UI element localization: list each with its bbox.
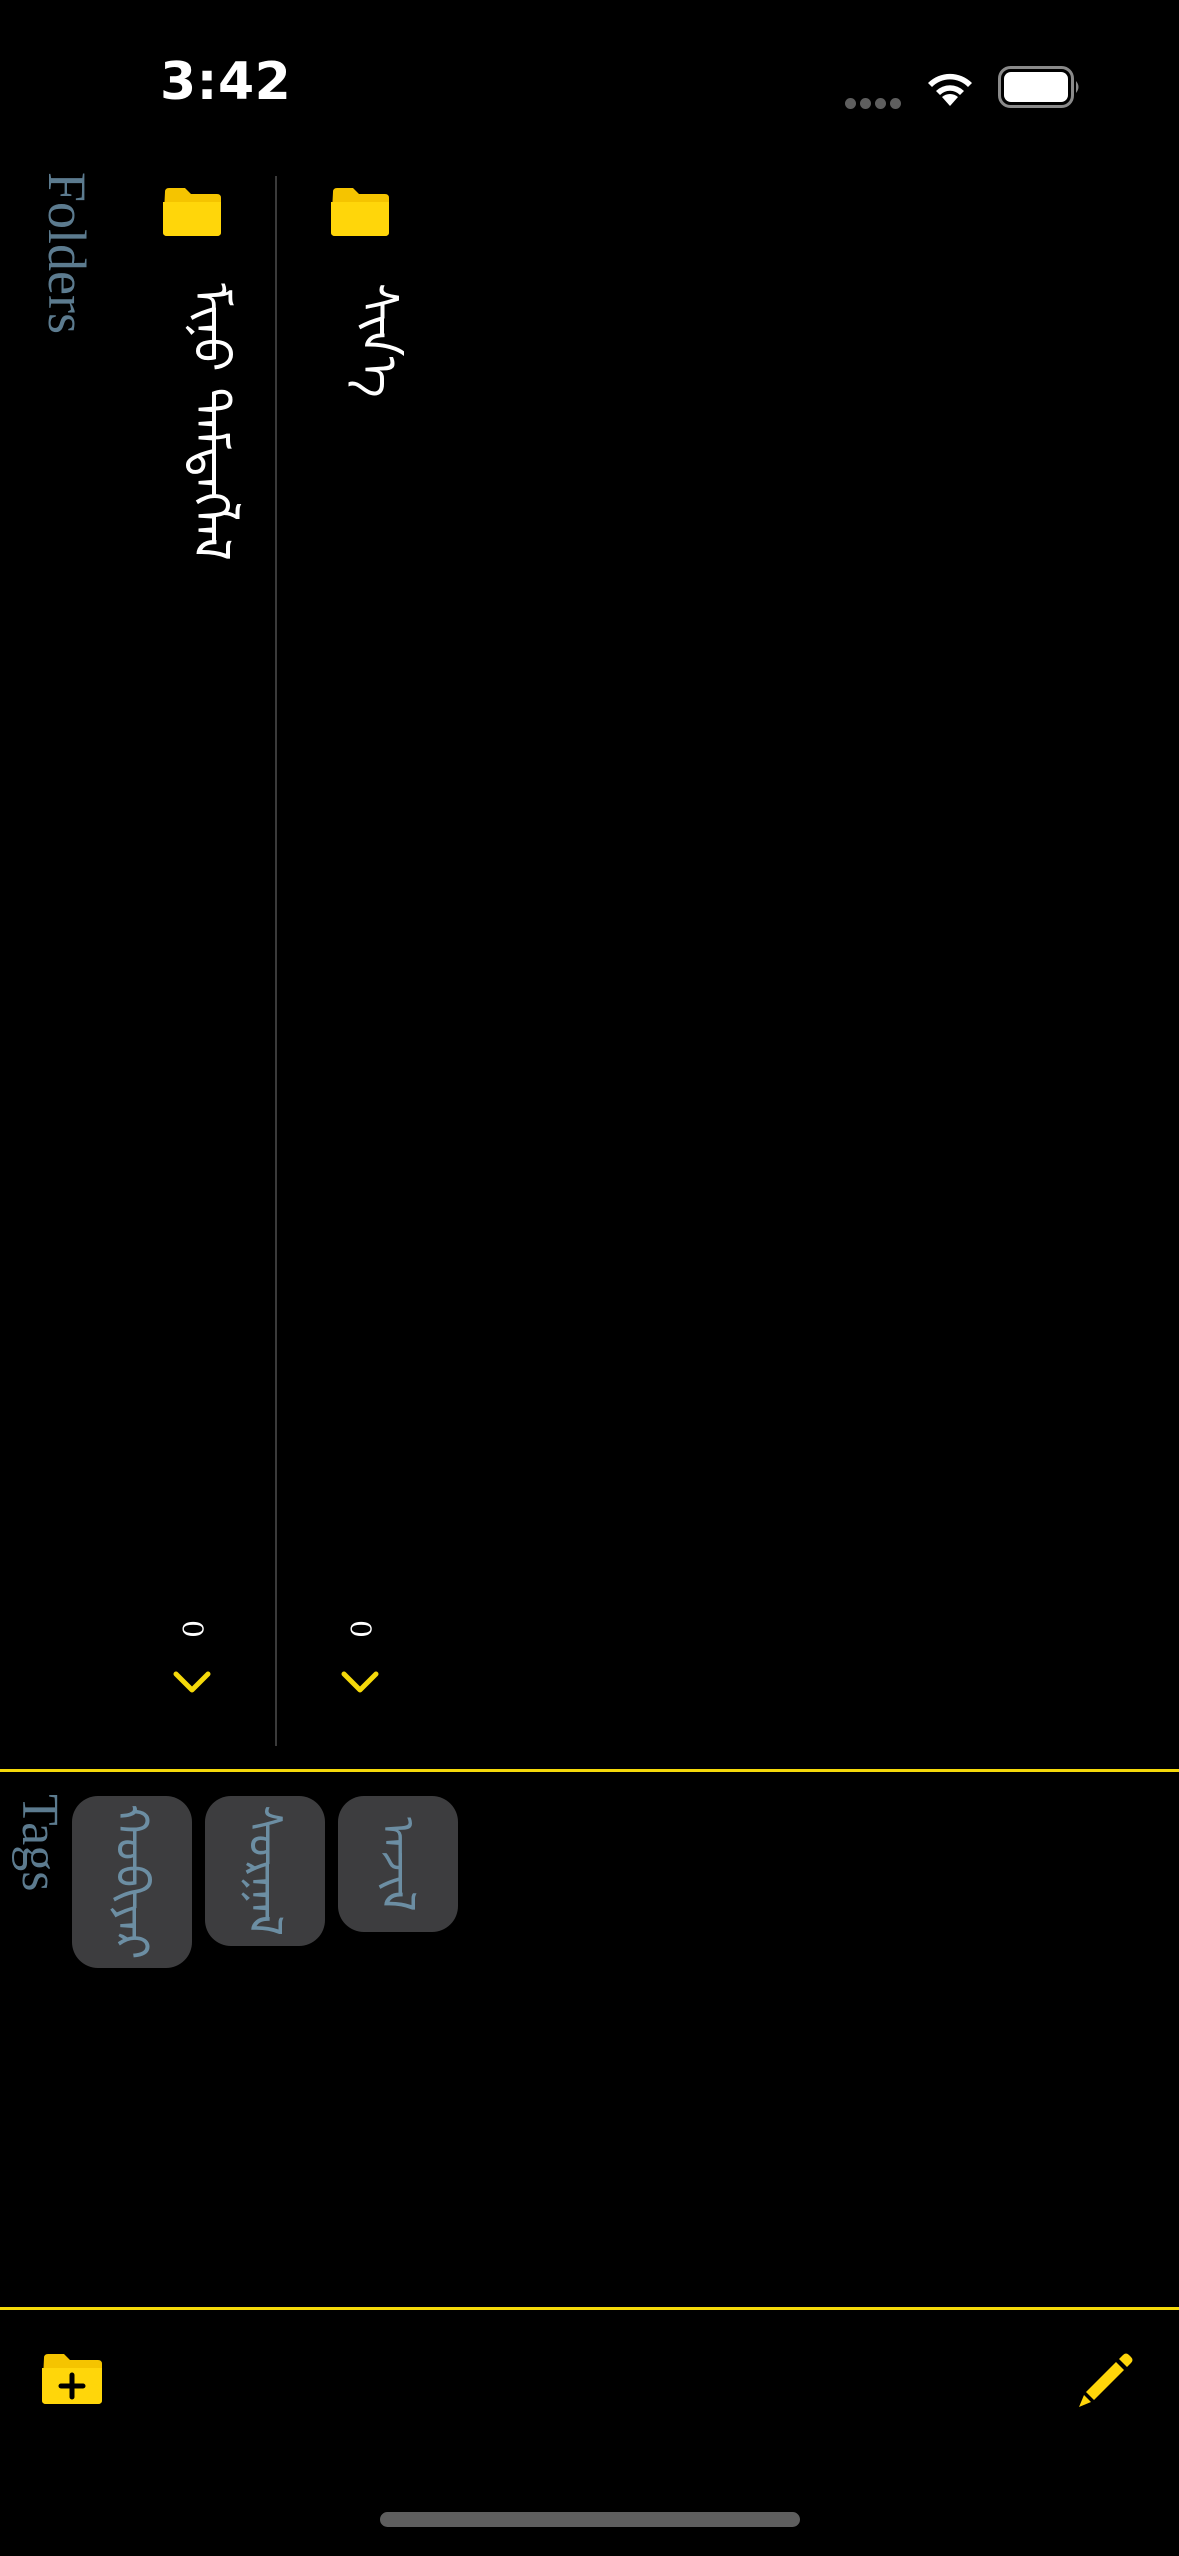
folder-item[interactable]: ᠮᠢᠨᠦ ᠲᠡᠮᠳᠡᠭᠯᠡᠯ — [161, 186, 241, 561]
folder-name: ᠮᠢᠨᠦ ᠲᠡᠮᠳᠡᠭᠯᠡᠯ — [182, 283, 240, 561]
folder-icon — [163, 188, 221, 236]
toolbar-divider — [0, 2307, 1179, 2310]
home-indicator — [380, 2512, 800, 2527]
wifi-icon — [928, 73, 972, 106]
folder-name: ᠰᠢᠨ᠎ᠡ — [350, 283, 408, 398]
chevron-down-icon[interactable] — [172, 1670, 212, 1694]
tags-title: Tags — [11, 1794, 68, 1892]
tag-label: ᠬᠤᠪᠢᠶᠠᠷ — [105, 1804, 159, 1960]
tag-chip[interactable]: ᠬᠤᠪᠢᠶᠠᠷ — [72, 1796, 192, 1968]
tag-label: ᠠᠵᠢᠯ — [371, 1816, 425, 1912]
folder-divider — [275, 176, 277, 1746]
folder-plus-icon[interactable] — [40, 2352, 104, 2406]
folder-count: 0 — [344, 1620, 377, 1638]
folder-item[interactable]: ᠰᠢᠨ᠎ᠡ — [329, 186, 409, 398]
pencil-icon[interactable] — [1074, 2350, 1136, 2412]
section-divider — [0, 1769, 1179, 1772]
chevron-down-icon[interactable] — [340, 1670, 380, 1694]
tag-chip[interactable]: ᠰᠤᠷᠭᠠᠯ — [205, 1796, 325, 1946]
cellular-signal-icon — [845, 96, 907, 109]
status-time: 3:42 — [160, 52, 292, 112]
folders-title: Folders — [37, 172, 97, 334]
folder-count: 0 — [176, 1620, 209, 1638]
folder-icon — [331, 188, 389, 236]
tag-label: ᠰᠤᠷᠭᠠᠯ — [238, 1805, 292, 1937]
battery-icon — [998, 66, 1079, 108]
tag-chip[interactable]: ᠠᠵᠢᠯ — [338, 1796, 458, 1932]
